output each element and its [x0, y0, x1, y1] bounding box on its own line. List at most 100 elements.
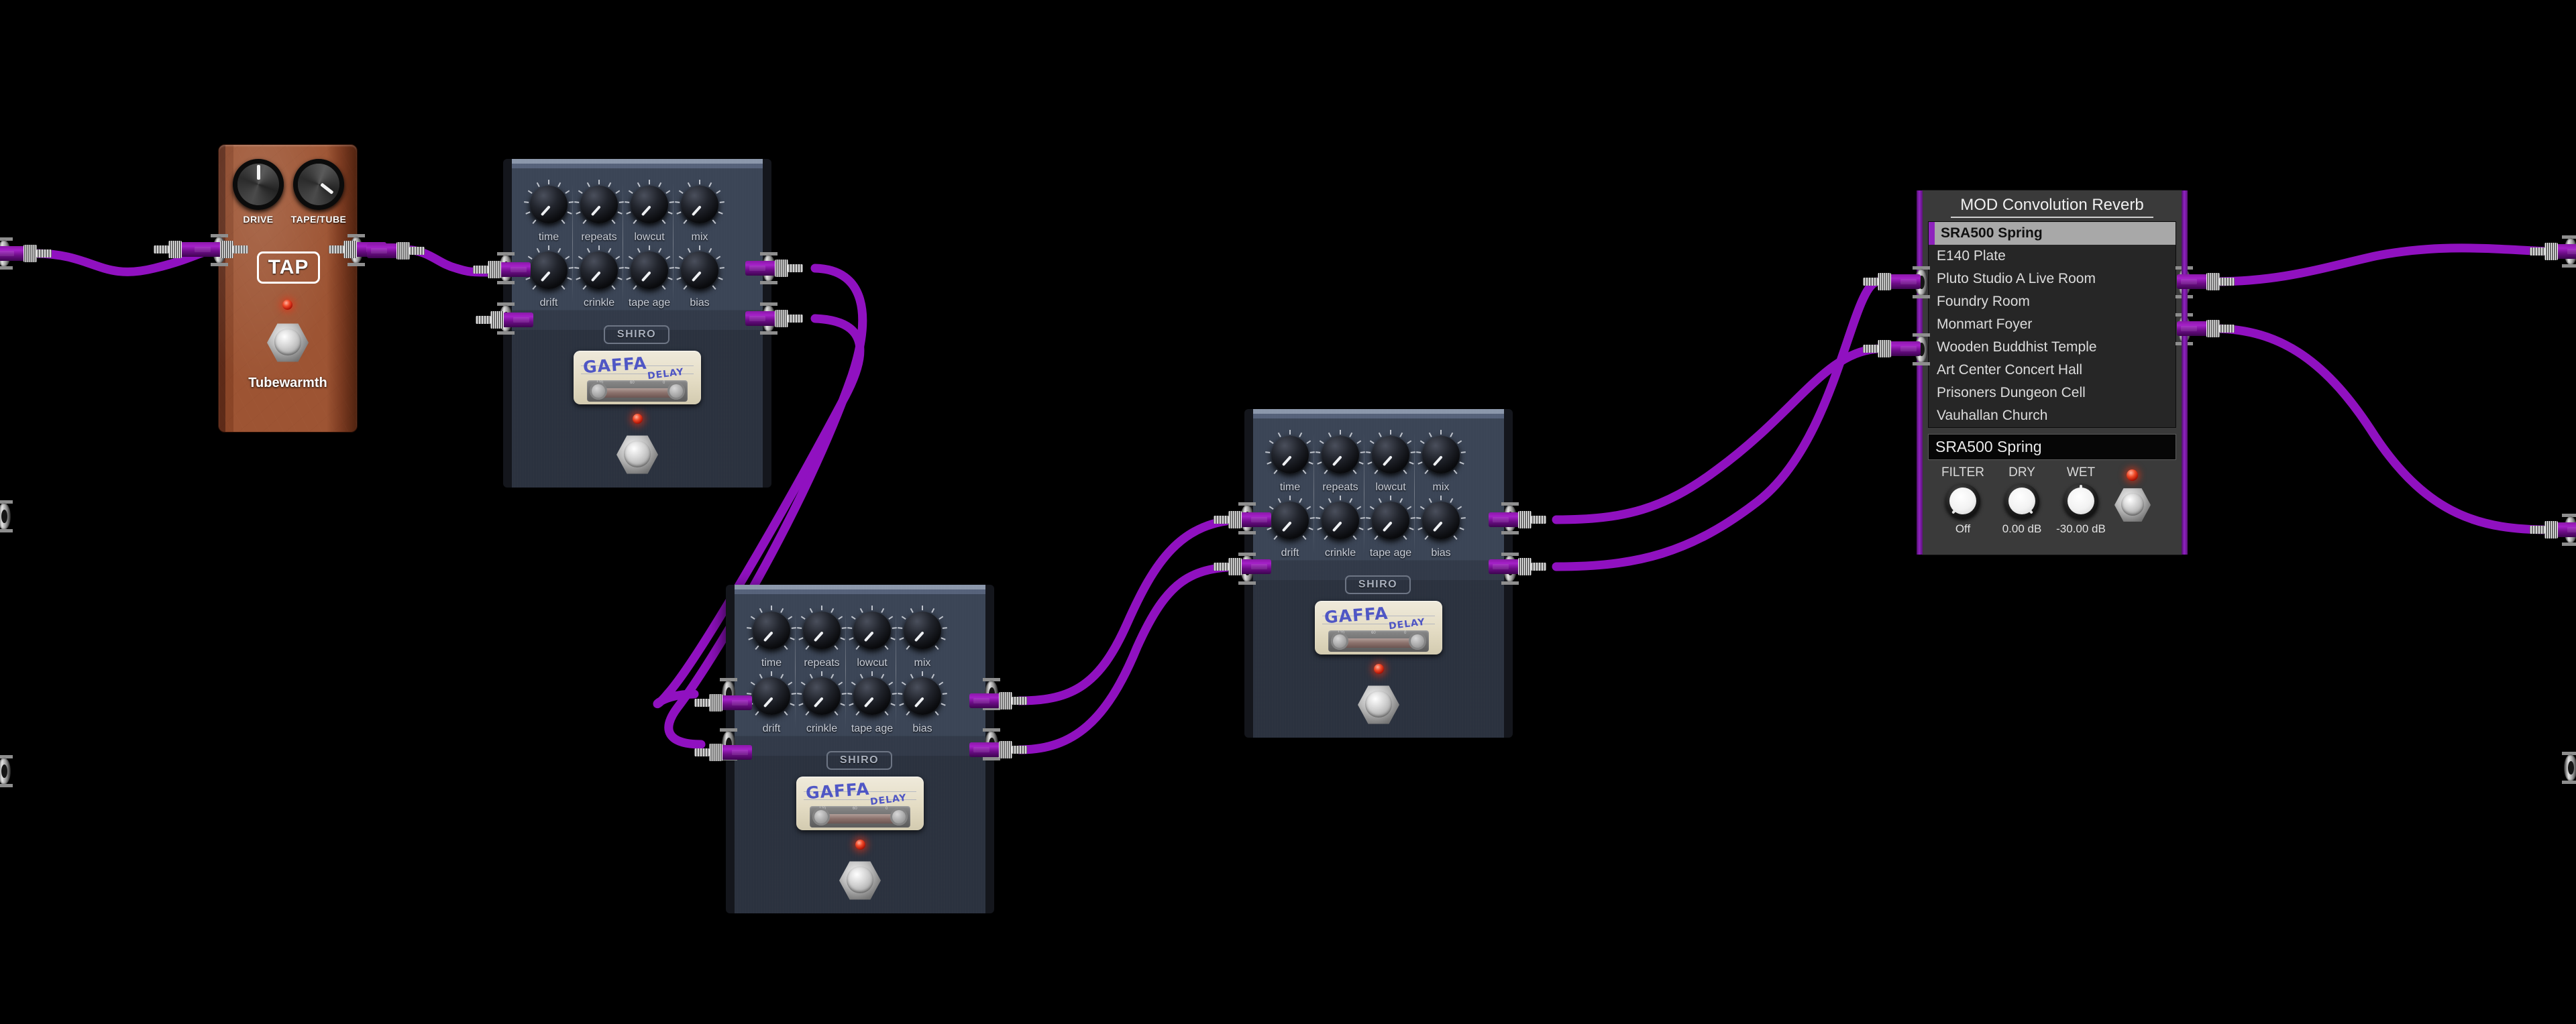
- knob-label-bias: bias: [1431, 547, 1451, 559]
- control-value-wet: -30.00 dB: [2056, 522, 2106, 535]
- knob-label-bias: bias: [690, 297, 710, 308]
- edge-jack-right-lower[interactable]: [2562, 752, 2576, 784]
- plug-gaffa2-in-lower[interactable]: [694, 744, 752, 761]
- knob-repeats[interactable]: [797, 606, 847, 650]
- knob-tick: [1424, 535, 1429, 540]
- control-wet: WET -30.00 dB: [2053, 465, 2109, 536]
- knob-lowcut[interactable]: [1366, 430, 1415, 474]
- knob-crinkle[interactable]: [574, 245, 624, 290]
- knob-time[interactable]: [747, 606, 796, 650]
- plug-tip: [1214, 516, 1229, 524]
- impulse-list-item[interactable]: Vauhallan Church: [1929, 404, 2176, 427]
- plug-sleeve: [502, 312, 533, 327]
- plug-sleeve: [191, 242, 221, 257]
- current-impulse-field[interactable]: SRA500 Spring: [1928, 434, 2176, 460]
- knob-tick: [840, 637, 845, 640]
- impulse-list-item[interactable]: Monmart Foyer: [1929, 313, 2176, 336]
- knob-tick: [658, 247, 662, 253]
- impulse-list-item[interactable]: Wooden Buddhist Temple: [1929, 336, 2176, 359]
- plug-gaffa1-out-upper[interactable]: [745, 260, 803, 277]
- knob-wet[interactable]: [2063, 483, 2098, 518]
- footswitch-cap: [624, 440, 651, 467]
- knob-time[interactable]: [1265, 430, 1315, 474]
- plug-edge-left-top-a[interactable]: [0, 245, 52, 262]
- knob-tick: [1309, 517, 1315, 519]
- plug-reverb-in-upper[interactable]: [1863, 273, 1921, 290]
- impulse-list-item[interactable]: Pluto Studio A Live Room: [1929, 268, 2176, 290]
- knob-mix[interactable]: [1416, 430, 1466, 474]
- knob-time[interactable]: [524, 180, 574, 224]
- tap-button[interactable]: TAP: [257, 251, 320, 284]
- knob-drift[interactable]: [1265, 496, 1315, 540]
- plug-gaffa3-out-lower[interactable]: [1489, 558, 1546, 575]
- knob-tape-age[interactable]: [625, 245, 674, 290]
- plug-gaffa3-in-upper[interactable]: [1214, 511, 1271, 528]
- knob-tick: [565, 255, 570, 260]
- knob-drive[interactable]: [233, 159, 284, 210]
- plug-reverb-out-upper[interactable]: [2177, 273, 2235, 290]
- plug-edge-right-bottom[interactable]: [2530, 521, 2576, 538]
- knob-tick: [871, 671, 873, 676]
- knob-tick: [574, 267, 580, 269]
- plug-reverb-out-lower[interactable]: [2177, 320, 2235, 337]
- pedalboard-canvas[interactable]: DRIVE TAPE/TUBE TAP Tubewarmth time repe…: [0, 0, 2576, 1024]
- knob-mix[interactable]: [898, 606, 947, 650]
- knob-bias[interactable]: [675, 245, 724, 290]
- edge-jack-left-mid[interactable]: [0, 500, 13, 532]
- knob-filter[interactable]: [1945, 483, 1980, 518]
- knob-tick: [675, 201, 680, 203]
- knob-tick: [1450, 432, 1454, 437]
- impulse-list-item[interactable]: Foundry Room: [1929, 290, 2176, 313]
- knob-tick: [532, 219, 537, 224]
- plug-gaffa1-in-a[interactable]: [367, 242, 425, 260]
- knob-tick: [1349, 498, 1353, 503]
- impulse-list-item[interactable]: Prisoners Dungeon Cell: [1929, 382, 2176, 404]
- impulse-list-item[interactable]: SRA500 Spring: [1929, 222, 2176, 245]
- edge-jack-left-bottom[interactable]: [0, 755, 13, 787]
- knob-drift[interactable]: [747, 671, 796, 716]
- knob-crinkle[interactable]: [797, 671, 847, 716]
- knob-tape-age[interactable]: [1366, 496, 1415, 540]
- knob-drift[interactable]: [524, 245, 574, 290]
- plug-gaffa3-in-lower[interactable]: [1214, 558, 1271, 575]
- mod-convolution-reverb-panel[interactable]: MOD Convolution Reverb SRA500 Spring E140…: [1913, 190, 2193, 555]
- impulse-list-item[interactable]: Art Center Concert Hall: [1929, 359, 2176, 382]
- pedal-gaffa-delay-2[interactable]: time repeats lowcut mix drift crinkle ta…: [720, 585, 1000, 913]
- knob-bias[interactable]: [898, 671, 947, 716]
- knob-mix[interactable]: [675, 180, 724, 224]
- plug-tubewarmth-in-b[interactable]: [191, 241, 248, 258]
- plug-gaffa1-in-upper[interactable]: [473, 261, 531, 278]
- plug-gaffa2-in-upper[interactable]: [694, 694, 752, 712]
- knob-lowcut[interactable]: [625, 180, 674, 224]
- pedal-gaffa-delay-1[interactable]: time repeats lowcut mix drift crinkle ta…: [497, 159, 777, 488]
- impulse-list-item[interactable]: E140 Plate: [1929, 245, 2176, 268]
- knob-tape-tube[interactable]: [293, 159, 344, 210]
- knob-tick: [884, 645, 889, 650]
- knob-tick: [1409, 461, 1414, 465]
- knob-tick: [633, 219, 637, 224]
- plug-gaffa1-out-lower[interactable]: [745, 310, 803, 327]
- pedal-tubewarmth[interactable]: DRIVE TAPE/TUBE TAP Tubewarmth: [211, 144, 365, 439]
- plug-gaffa2-out-upper[interactable]: [969, 692, 1027, 709]
- plug-edge-right-top[interactable]: [2530, 243, 2576, 260]
- impulse-response-list[interactable]: SRA500 Spring E140 Plate Pluto Studio A Li…: [1928, 221, 2176, 428]
- pedal-gaffa-delay-3[interactable]: time repeats lowcut mix drift crinkle ta…: [1238, 409, 1519, 738]
- plug-gaffa2-out-lower[interactable]: [969, 741, 1027, 758]
- plug-gaffa3-out-upper[interactable]: [1489, 511, 1546, 528]
- pedal-label-tubewarmth: Tubewarmth: [248, 376, 327, 390]
- reverb-footswitch[interactable]: [2114, 488, 2151, 522]
- knob-tick: [548, 245, 549, 250]
- knob-bias[interactable]: [1416, 496, 1466, 540]
- knob-dry[interactable]: [2004, 483, 2039, 518]
- knob-lowcut[interactable]: [847, 606, 897, 650]
- knob-tape-age[interactable]: [847, 671, 897, 716]
- plug-band: [490, 311, 504, 329]
- knob-repeats[interactable]: [1316, 430, 1365, 474]
- knob-crinkle[interactable]: [1316, 496, 1365, 540]
- plug-gaffa1-in-lower[interactable]: [476, 311, 533, 329]
- plug-reverb-in-lower[interactable]: [1863, 340, 1921, 357]
- cassette-scale: 60: [1371, 631, 1376, 635]
- knob-repeats[interactable]: [574, 180, 624, 224]
- plug-band: [709, 694, 722, 712]
- knob-tick: [841, 693, 847, 695]
